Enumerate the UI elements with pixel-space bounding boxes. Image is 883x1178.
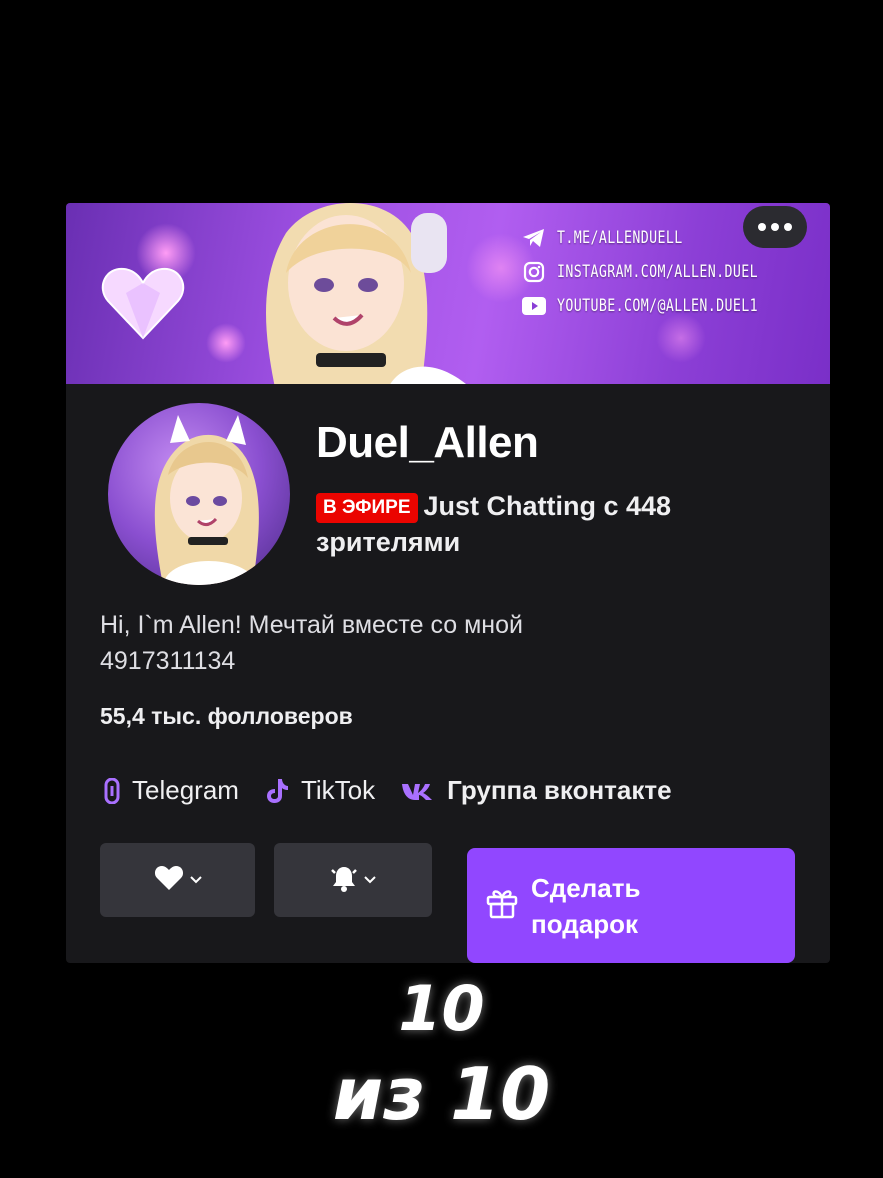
social-link-label: TikTok bbox=[300, 775, 376, 805]
overlay-rating-line1: 10 bbox=[398, 972, 485, 1045]
live-badge: В ЭФИРЕ bbox=[316, 493, 418, 523]
follow-button[interactable] bbox=[100, 843, 255, 917]
live-status: В ЭФИРЕ Just Chatting с 448 зрителями bbox=[316, 488, 786, 560]
social-link-label: Группа вконтакте bbox=[447, 775, 672, 805]
link-icon bbox=[104, 777, 120, 804]
chevron-down-icon bbox=[189, 871, 202, 889]
banner-youtube-link: YOUTUBE.COM/@ALLEN.DUEL1 bbox=[521, 289, 815, 323]
social-links: Telegram TikTok Группа вконтакте bbox=[104, 775, 698, 806]
bio-line: 4917311134 bbox=[100, 647, 236, 675]
ellipsis-icon bbox=[758, 223, 792, 231]
social-link-label: Telegram bbox=[132, 775, 239, 805]
banner-link-text: T.ME/ALLENDUELL bbox=[557, 228, 683, 248]
channel-bio: Hi, I`m Allen! Мечтай вместе со мной 491… bbox=[100, 607, 720, 679]
vk-icon bbox=[401, 781, 435, 801]
gift-button[interactable]: Сделать подарок bbox=[467, 848, 795, 963]
tiktok-icon bbox=[265, 778, 289, 804]
channel-name: Duel_Allen bbox=[316, 418, 539, 467]
notifications-button[interactable] bbox=[274, 843, 432, 917]
gift-button-label: Сделать подарок bbox=[531, 872, 641, 939]
social-link-vk[interactable]: Группа вконтакте bbox=[401, 775, 672, 806]
gift-icon bbox=[485, 886, 519, 925]
overlay-rating-line2: из 10 bbox=[332, 1052, 551, 1136]
chevron-down-icon bbox=[364, 871, 376, 889]
banner-instagram-link: INSTAGRAM.COM/ALLEN.DUEL bbox=[521, 255, 815, 289]
streamer-illustration bbox=[266, 203, 466, 384]
banner-link-text: YOUTUBE.COM/@ALLEN.DUEL1 bbox=[557, 296, 758, 316]
social-link-tiktok[interactable]: TikTok bbox=[265, 775, 375, 806]
channel-banner: T.ME/ALLENDUELL INSTAGRAM.COM/ALLEN.DUEL… bbox=[66, 203, 830, 384]
followers-count: 55,4 тыс. фолловеров bbox=[100, 703, 353, 729]
social-link-telegram[interactable]: Telegram bbox=[104, 775, 239, 806]
heart-icon bbox=[154, 865, 184, 896]
bell-icon bbox=[330, 864, 358, 897]
youtube-icon bbox=[521, 295, 547, 317]
avatar[interactable] bbox=[108, 403, 290, 585]
telegram-icon bbox=[521, 227, 547, 249]
channel-card: T.ME/ALLENDUELL INSTAGRAM.COM/ALLEN.DUEL… bbox=[66, 203, 830, 963]
instagram-icon bbox=[521, 261, 547, 283]
banner-link-text: INSTAGRAM.COM/ALLEN.DUEL bbox=[557, 262, 758, 282]
bio-line: Hi, I`m Allen! Мечтай вместе со мной bbox=[100, 611, 523, 639]
more-options-button[interactable] bbox=[743, 206, 807, 248]
